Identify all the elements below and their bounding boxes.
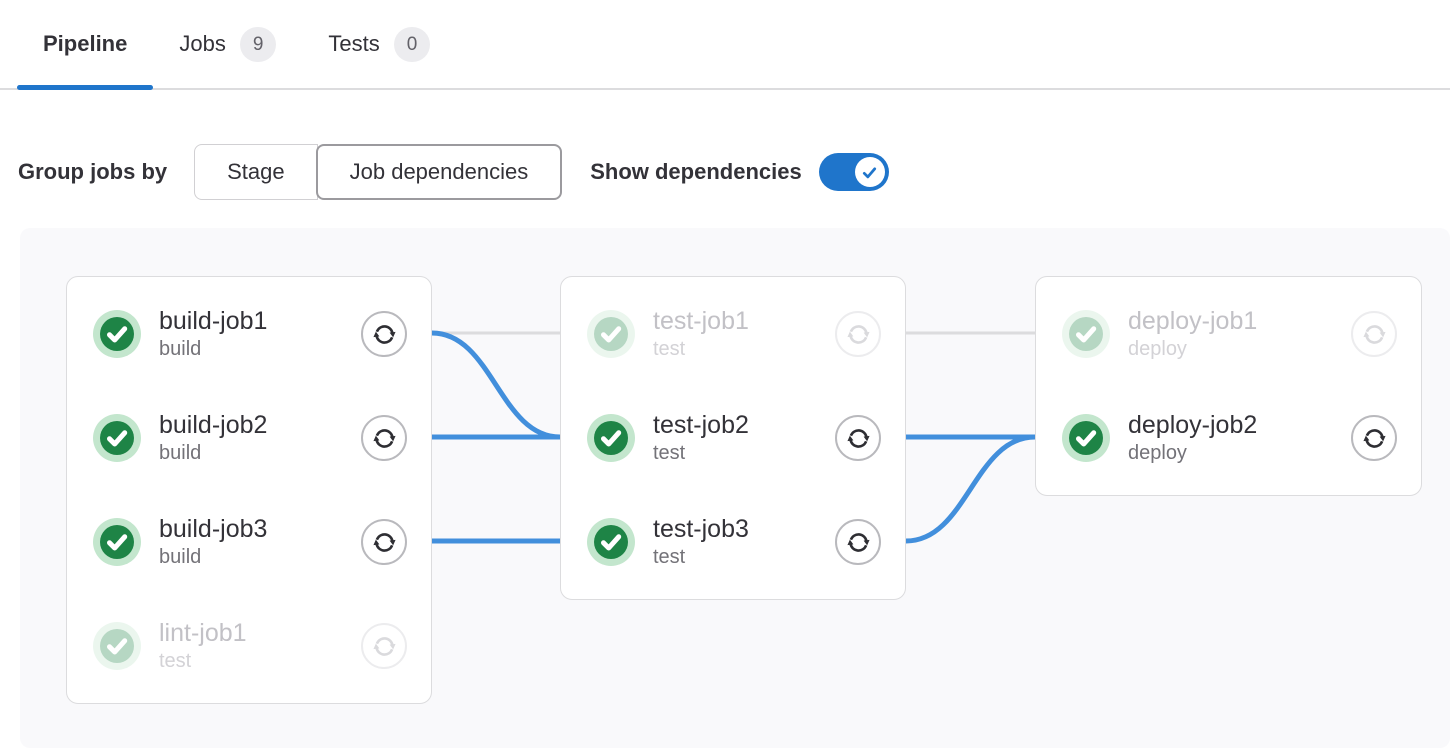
- job-link-test-job1[interactable]: test-job1test: [587, 306, 749, 362]
- retry-job-button: [1351, 311, 1397, 357]
- retry-job-button: [835, 311, 881, 357]
- job-row-test-job1: test-job1test: [561, 282, 905, 386]
- job-stage: deploy: [1128, 441, 1257, 466]
- dependency-link-highlighted: [906, 437, 1035, 541]
- show-dependencies-toggle[interactable]: [819, 153, 889, 191]
- job-link-test-job3[interactable]: test-job3test: [587, 514, 749, 570]
- job-group-card: test-job1test test-job2test test-job3t: [560, 276, 906, 600]
- job-stage: build: [159, 545, 267, 570]
- retry-job-button[interactable]: [1351, 415, 1397, 461]
- pipeline-tabs: Pipeline Jobs 9 Tests 0: [0, 0, 1450, 90]
- retry-job-button: [361, 623, 407, 669]
- job-row-lint-job1: lint-job1test: [67, 594, 431, 698]
- status-success-icon: [1062, 414, 1110, 462]
- job-group-card: build-job1build build-job2build build-: [66, 276, 432, 704]
- job-link-lint-job1[interactable]: lint-job1test: [93, 618, 247, 674]
- status-success-icon: [587, 414, 635, 462]
- status-success-icon: [93, 518, 141, 566]
- job-name: build-job1: [159, 306, 267, 336]
- toggle-knob: [855, 157, 885, 187]
- pipeline-graph: build-job1build build-job2build build-: [20, 228, 1450, 748]
- job-link-test-job2[interactable]: test-job2test: [587, 410, 749, 466]
- tab-pipeline-label: Pipeline: [43, 31, 127, 57]
- job-row-build-job3: build-job3build: [67, 490, 431, 594]
- job-stage: build: [159, 337, 267, 362]
- retry-job-button[interactable]: [361, 311, 407, 357]
- job-row-deploy-job2: deploy-job2deploy: [1036, 386, 1421, 490]
- job-stage: test: [159, 649, 247, 674]
- job-stage: test: [653, 545, 749, 570]
- job-link-deploy-job1[interactable]: deploy-job1deploy: [1062, 306, 1257, 362]
- show-dependencies-label: Show dependencies: [590, 159, 802, 185]
- retry-job-button[interactable]: [361, 415, 407, 461]
- job-row-test-job2: test-job2test: [561, 386, 905, 490]
- retry-job-button[interactable]: [361, 519, 407, 565]
- job-link-build-job3[interactable]: build-job3build: [93, 514, 267, 570]
- status-success-icon: [93, 622, 141, 670]
- status-success-icon: [587, 310, 635, 358]
- group-by-job-dependencies-button[interactable]: Job dependencies: [316, 144, 563, 200]
- job-link-deploy-job2[interactable]: deploy-job2deploy: [1062, 410, 1257, 466]
- job-name: test-job1: [653, 306, 749, 336]
- dependency-link-highlighted: [432, 333, 560, 437]
- status-success-icon: [93, 310, 141, 358]
- tests-count-badge: 0: [394, 27, 431, 62]
- status-success-icon: [587, 518, 635, 566]
- job-row-build-job2: build-job2build: [67, 386, 431, 490]
- job-stage: build: [159, 441, 267, 466]
- pipeline-page: Pipeline Jobs 9 Tests 0 Group jobs by St…: [0, 0, 1450, 722]
- group-jobs-by-label: Group jobs by: [18, 159, 167, 185]
- tab-pipeline[interactable]: Pipeline: [17, 0, 153, 88]
- graph-controls: Group jobs by Stage Job dependencies Sho…: [18, 144, 889, 200]
- job-name: deploy-job2: [1128, 410, 1257, 440]
- job-link-build-job2[interactable]: build-job2build: [93, 410, 267, 466]
- job-link-build-job1[interactable]: build-job1build: [93, 306, 267, 362]
- job-name: test-job3: [653, 514, 749, 544]
- check-icon: [860, 163, 879, 182]
- tab-jobs-label: Jobs: [179, 31, 225, 57]
- retry-job-button[interactable]: [835, 415, 881, 461]
- job-name: build-job3: [159, 514, 267, 544]
- job-group-card: deploy-job1deploy deploy-job2deploy: [1035, 276, 1422, 496]
- tab-tests-label: Tests: [328, 31, 379, 57]
- status-success-icon: [1062, 310, 1110, 358]
- status-success-icon: [93, 414, 141, 462]
- job-row-deploy-job1: deploy-job1deploy: [1036, 282, 1421, 386]
- job-row-test-job3: test-job3test: [561, 490, 905, 594]
- job-name: build-job2: [159, 410, 267, 440]
- job-stage: test: [653, 337, 749, 362]
- job-name: lint-job1: [159, 618, 247, 648]
- job-stage: test: [653, 441, 749, 466]
- job-row-build-job1: build-job1build: [67, 282, 431, 386]
- group-jobs-by-segmented-control: Stage Job dependencies: [194, 144, 562, 200]
- tab-jobs[interactable]: Jobs 9: [153, 0, 302, 88]
- tab-tests[interactable]: Tests 0: [302, 0, 456, 88]
- job-name: test-job2: [653, 410, 749, 440]
- jobs-count-badge: 9: [240, 27, 277, 62]
- retry-job-button[interactable]: [835, 519, 881, 565]
- group-by-stage-button[interactable]: Stage: [194, 144, 318, 200]
- job-stage: deploy: [1128, 337, 1257, 362]
- job-name: deploy-job1: [1128, 306, 1257, 336]
